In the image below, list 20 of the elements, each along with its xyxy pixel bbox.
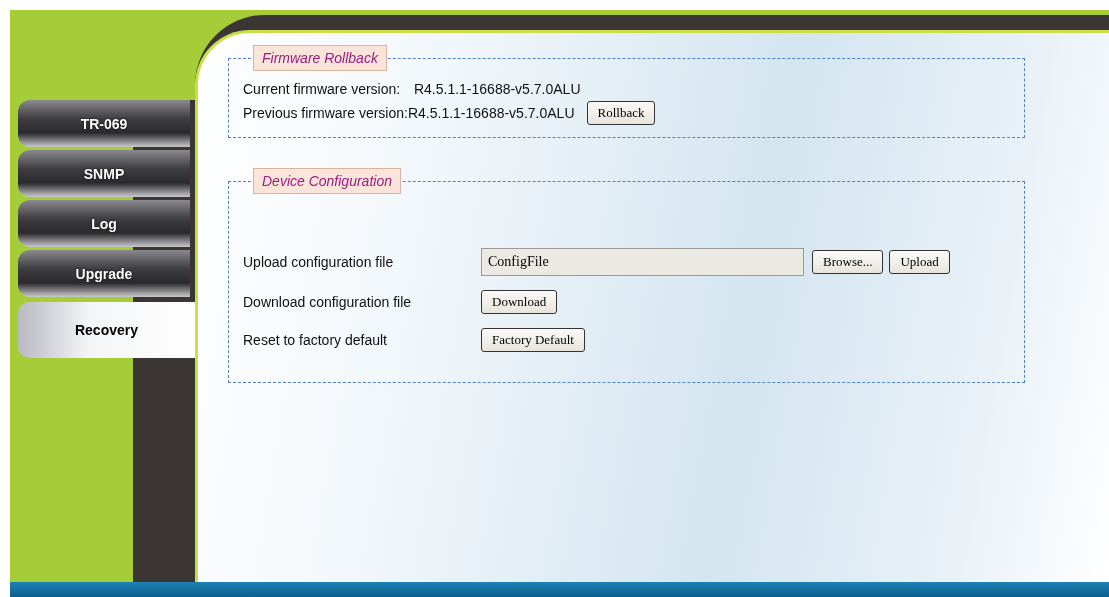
action-button[interactable]: Download (481, 290, 558, 314)
field-label: Download configuration file (243, 294, 413, 310)
section-title: Firmware Rollback (253, 45, 387, 71)
sidebar-tab[interactable]: SNMP (18, 150, 190, 197)
firmware-version: R4.5.1.1-16688-v5.7.0ALU (413, 81, 581, 97)
sidebar-tab[interactable]: Log (18, 200, 190, 247)
action-button[interactable]: Browse... (812, 250, 884, 274)
field-label: Current firmware version: (243, 81, 402, 97)
firmware-version: R4.5.1.1-16688-v5.7.0ALU (407, 105, 576, 121)
sidebar-tab[interactable]: TR-069 (18, 100, 190, 147)
section-title: Device Configuration (253, 168, 401, 194)
sidebar-tab[interactable]: Recovery (18, 302, 195, 358)
field-label: Previous firmware version: (243, 105, 408, 121)
field-label: Reset to factory default (243, 332, 388, 348)
action-button[interactable]: Factory Default (481, 328, 585, 352)
rollback-button[interactable]: Rollback (586, 101, 656, 125)
sidebar-tab[interactable]: Upgrade (18, 250, 190, 297)
field-label: Upload configuration file (243, 254, 395, 270)
file-path-field[interactable]: ConfigFile (481, 248, 804, 276)
action-button[interactable]: Upload (889, 250, 950, 274)
